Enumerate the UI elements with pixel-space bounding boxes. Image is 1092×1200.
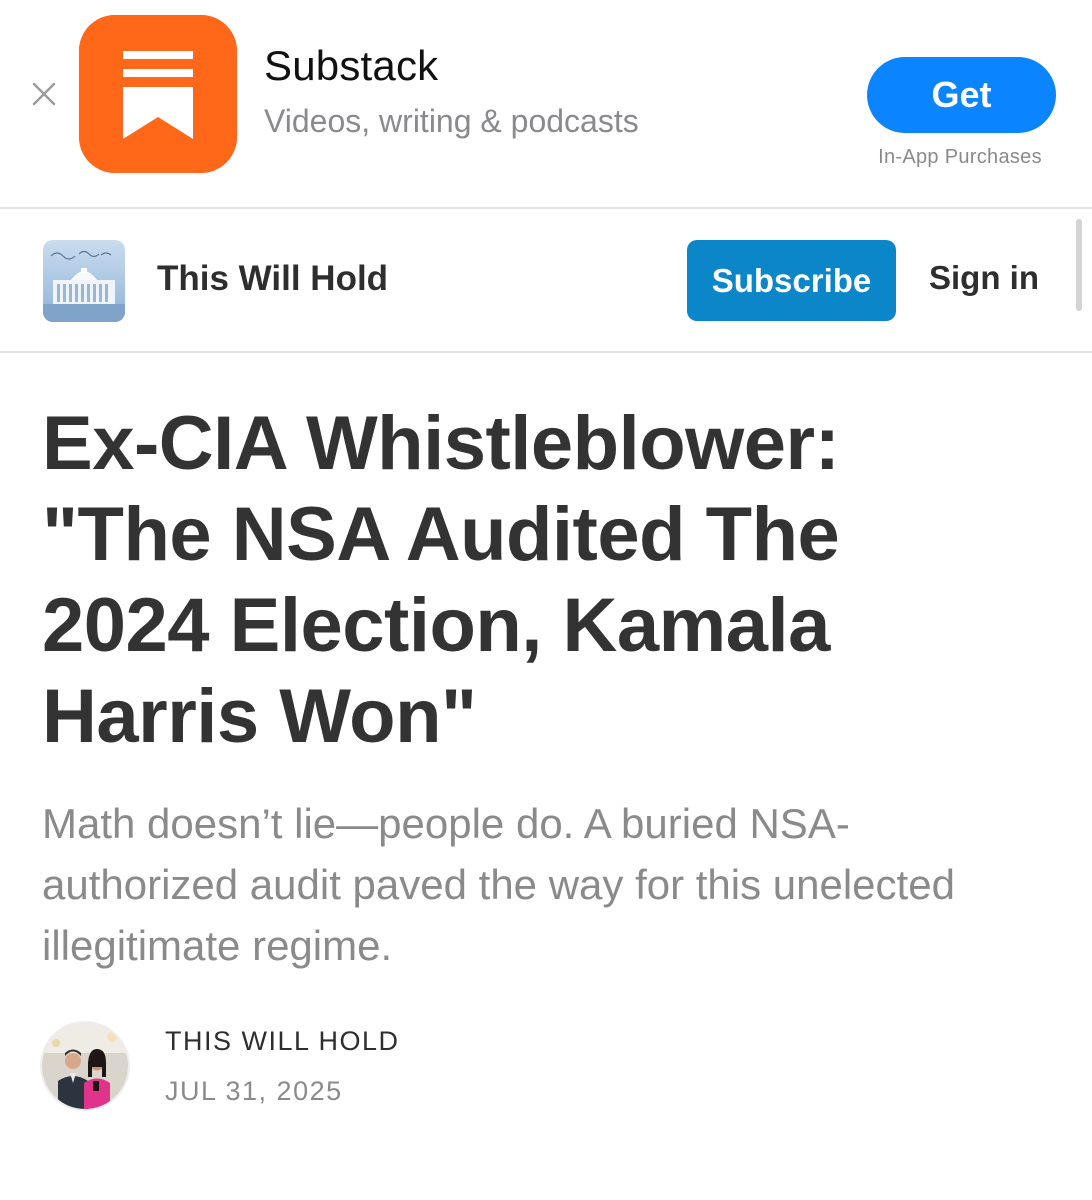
author-avatar[interactable] [40,1021,130,1111]
close-icon[interactable] [30,80,58,108]
post-date: JUL 31, 2025 [165,1076,343,1106]
scrollbar[interactable] [1076,219,1082,311]
author-name[interactable]: THIS WILL HOLD [165,1026,400,1057]
app-tagline: Videos, writing & podcasts [264,103,639,139]
publication-logo[interactable] [43,240,125,322]
publication-header: This Will Hold Subscribe Sign in [0,209,1092,353]
substack-app-icon[interactable] [79,15,237,173]
sign-in-link[interactable]: Sign in [929,259,1039,297]
get-button[interactable]: Get [867,57,1056,133]
app-name: Substack [264,42,439,89]
app-store-banner: Substack Videos, writing & podcasts Get … [0,0,1092,209]
in-app-purchases-note: In-App Purchases [878,146,1042,168]
article-title: Ex-CIA Whistleblower: "The NSA Audited T… [42,401,840,759]
publication-name[interactable]: This Will Hold [157,259,388,299]
article-subtitle: Math doesn’t lie—people do. A buried NSA… [42,800,955,969]
subscribe-button[interactable]: Subscribe [687,240,896,321]
